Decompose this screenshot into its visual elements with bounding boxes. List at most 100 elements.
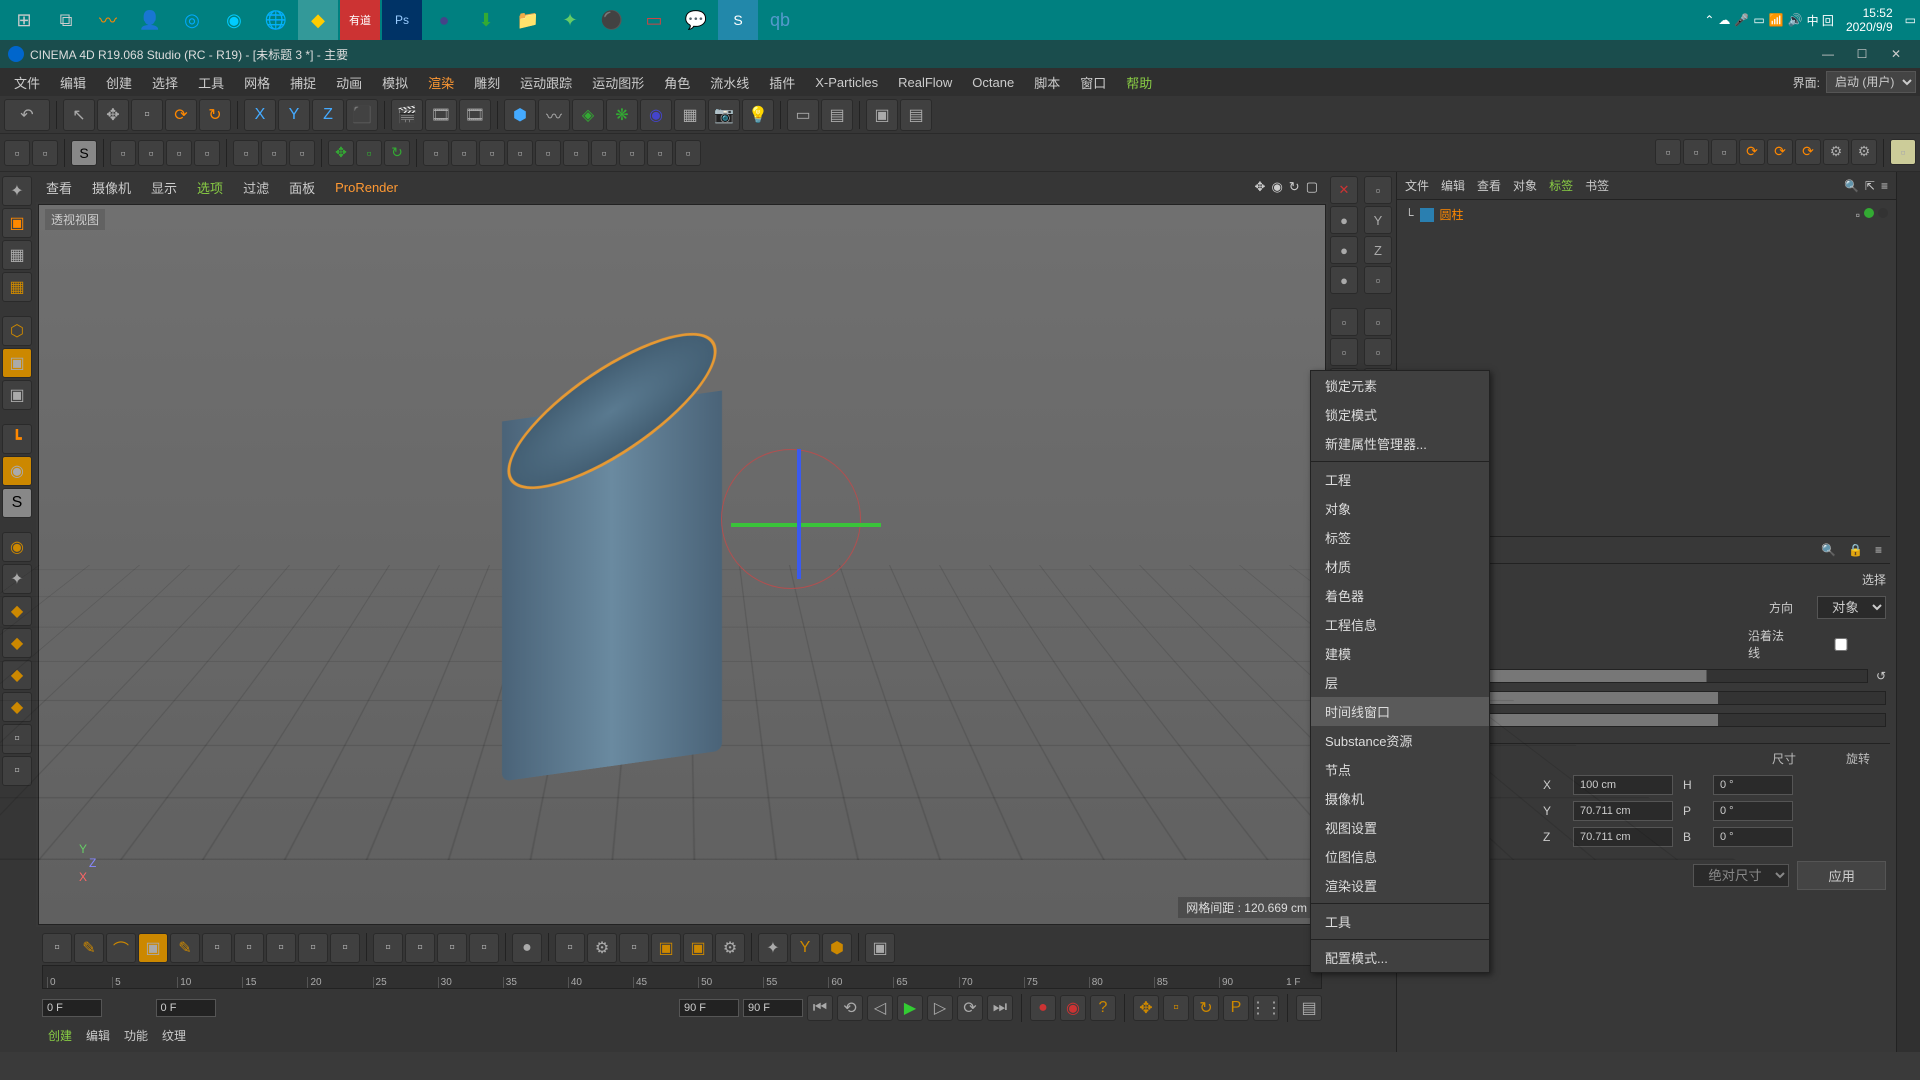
object-name[interactable]: 圆柱 (1440, 206, 1464, 223)
om-tab-view[interactable]: 查看 (1477, 177, 1501, 194)
polygon-icon[interactable]: ▣ (2, 380, 32, 410)
menu-sculpt[interactable]: 雕刻 (464, 69, 510, 96)
gizmo-x-axis[interactable] (731, 523, 881, 527)
tool-icon[interactable]: ▫ (1364, 338, 1392, 366)
app-icon[interactable]: ◉ (214, 0, 254, 40)
axis-x-icon[interactable]: X (244, 99, 276, 131)
prev-frame-icon[interactable]: ◁ (867, 995, 893, 1021)
clock[interactable]: 15:52 2020/9/9 (1846, 6, 1893, 35)
tool-icon[interactable]: ⟳ (1795, 139, 1821, 165)
tool-icon[interactable]: ↻ (384, 140, 410, 166)
tool-icon[interactable]: ▫ (32, 140, 58, 166)
cm-project[interactable]: 工程 (1311, 465, 1489, 494)
tool-icon[interactable]: ▫ (469, 933, 499, 963)
vp-menu-camera[interactable]: 摄像机 (92, 178, 131, 197)
end-frame-input[interactable] (743, 999, 803, 1017)
tool-icon[interactable]: ✦ (758, 933, 788, 963)
prefs-icon[interactable]: ▤ (900, 99, 932, 131)
object-icon[interactable]: 💡 (742, 99, 774, 131)
om-tab-bookmarks[interactable]: 书签 (1585, 177, 1609, 194)
tool-icon[interactable]: ● (1330, 236, 1358, 264)
explorer-icon[interactable]: 📁 (508, 0, 548, 40)
snagit-icon[interactable]: S (718, 0, 758, 40)
vp-menu-options[interactable]: 选项 (197, 178, 223, 197)
tool-icon[interactable]: ▫ (563, 140, 589, 166)
menu-window[interactable]: 窗口 (1070, 69, 1116, 96)
mode-edit[interactable]: 编辑 (86, 1027, 110, 1044)
cm-project-info[interactable]: 工程信息 (1311, 610, 1489, 639)
in-frame-input[interactable] (156, 999, 216, 1017)
vp-menu-filter[interactable]: 过滤 (243, 178, 269, 197)
tray-volume-icon[interactable]: 🔊 (1788, 13, 1803, 27)
rot-h-input[interactable] (1713, 775, 1793, 795)
model-icon[interactable]: ▣ (2, 208, 32, 238)
app-icon[interactable]: 👤 (130, 0, 170, 40)
tool-icon[interactable]: ▫ (234, 933, 264, 963)
play-icon[interactable]: ▶ (897, 995, 923, 1021)
menu-edit[interactable]: 编辑 (50, 69, 96, 96)
menu-mesh[interactable]: 网格 (234, 69, 280, 96)
vp-menu-display[interactable]: 显示 (151, 178, 177, 197)
cm-substance[interactable]: Substance资源 (1311, 726, 1489, 755)
cm-lock-mode[interactable]: 锁定模式 (1311, 400, 1489, 429)
tool-icon[interactable]: ▫ (261, 140, 287, 166)
menu-create[interactable]: 创建 (96, 69, 142, 96)
tool-icon[interactable]: ▫ (405, 933, 435, 963)
tool-icon[interactable]: Y (790, 933, 820, 963)
editable-icon[interactable]: ✦ (2, 176, 32, 206)
om-tab-file[interactable]: 文件 (1405, 177, 1429, 194)
vp-menu-view[interactable]: 查看 (46, 178, 72, 197)
camera-icon[interactable]: ▦ (674, 99, 706, 131)
mode-texture[interactable]: 纹理 (162, 1027, 186, 1044)
om-search-icon[interactable]: 🔍 (1844, 179, 1859, 193)
qb-icon[interactable]: qb (760, 0, 800, 40)
axis-icon[interactable]: ┗ (2, 424, 32, 454)
coord-sys-icon[interactable]: ⬛ (346, 99, 378, 131)
goto-start-icon[interactable]: ⏮ (807, 995, 833, 1021)
tool-icon[interactable]: ▫ (289, 140, 315, 166)
am-lock-icon[interactable]: 🔒 (1848, 543, 1863, 557)
tool-icon[interactable]: ▫ (356, 140, 382, 166)
key-opts-icon[interactable]: ? (1090, 995, 1116, 1021)
om-tab-edit[interactable]: 编辑 (1441, 177, 1465, 194)
timeline-ruler[interactable]: 0 5 10 15 20 25 30 35 40 45 50 55 60 65 … (42, 965, 1322, 989)
menu-snap[interactable]: 捕捉 (280, 69, 326, 96)
tool-icon[interactable]: ⚙ (1823, 139, 1849, 165)
app-icon[interactable]: ● (424, 0, 464, 40)
axis-z-icon[interactable]: Z (312, 99, 344, 131)
next-frame-icon[interactable]: ▷ (927, 995, 953, 1021)
vp-nav-icon[interactable]: ↻ (1289, 179, 1300, 195)
menu-simulate[interactable]: 模拟 (372, 69, 418, 96)
edge-icon[interactable]: ▣ (2, 348, 32, 378)
axis-y-icon[interactable]: Y (278, 99, 310, 131)
tool-icon[interactable]: ▣ (683, 933, 713, 963)
rotate-icon[interactable]: ⟳ (165, 99, 197, 131)
tool-icon[interactable]: ▫ (535, 140, 561, 166)
tool-icon[interactable]: ▫ (479, 140, 505, 166)
tool-icon[interactable]: ▫ (507, 140, 533, 166)
tool-icon[interactable]: ✥ (328, 140, 354, 166)
tool-icon[interactable]: ⌒ (106, 933, 136, 963)
tool-icon[interactable]: ▫ (166, 140, 192, 166)
tool-icon[interactable]: ⚙ (1851, 139, 1877, 165)
tool-icon[interactable]: ▫ (437, 933, 467, 963)
tool-icon[interactable]: ✎ (170, 933, 200, 963)
gizmo-y-axis[interactable] (797, 449, 801, 579)
goto-end-icon[interactable]: ⏭ (987, 995, 1013, 1021)
tray-chevron-icon[interactable]: ⌃ (1704, 13, 1714, 27)
tool-icon[interactable]: ▫ (423, 140, 449, 166)
taskview-icon[interactable]: ⧉ (46, 0, 86, 40)
am-menu-icon[interactable]: ≡ (1875, 543, 1882, 557)
cm-new-attr-mgr[interactable]: 新建属性管理器... (1311, 429, 1489, 458)
mode-create[interactable]: 创建 (48, 1027, 72, 1044)
om-menu-icon[interactable]: ≡ (1881, 179, 1888, 193)
primitive-icon[interactable]: ⬢ (504, 99, 536, 131)
start-frame-input[interactable] (42, 999, 102, 1017)
tool-icon[interactable]: ▫ (647, 140, 673, 166)
app-icon[interactable]: ▭ (634, 0, 674, 40)
tool-icon[interactable]: ▣ (651, 933, 681, 963)
vp-nav-icon[interactable]: ▢ (1306, 179, 1318, 195)
layer-icon[interactable]: ▫ (1856, 208, 1860, 222)
reset-icon[interactable]: ↺ (1876, 669, 1886, 683)
cm-tags[interactable]: 标签 (1311, 523, 1489, 552)
